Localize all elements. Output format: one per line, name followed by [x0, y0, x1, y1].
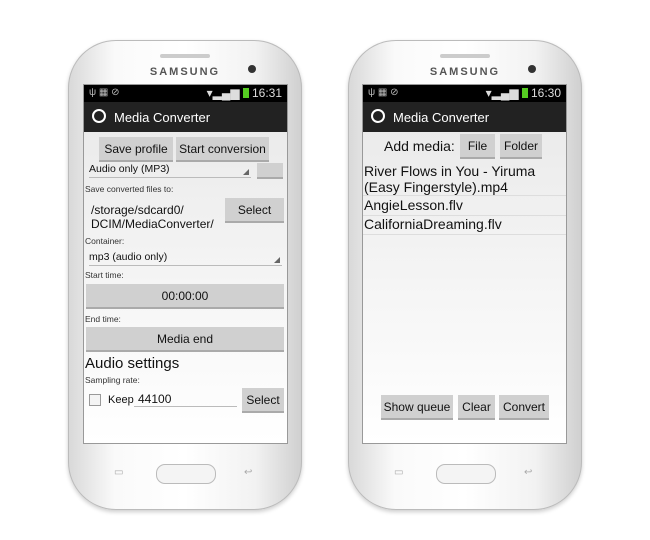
action-bar: Media Converter — [363, 102, 566, 132]
convert-button[interactable]: Convert — [499, 395, 549, 420]
notification-icons: ψ ▦ ⊘ — [89, 87, 120, 98]
end-time-button[interactable]: Media end — [86, 327, 284, 352]
save-to-label: Save converted files to: — [85, 184, 174, 194]
signal-icon: ▾▂▄▆ — [206, 86, 243, 100]
status-bar: ψ ▦ ⊘ ▾▂▄▆ 16:31 — [84, 85, 287, 102]
status-bar: ψ ▦ ⊘ ▾▂▄▆ 16:30 — [363, 85, 566, 102]
path-line-2: DCIM/MediaConverter/ — [91, 217, 214, 231]
show-queue-button[interactable]: Show queue — [381, 395, 453, 420]
add-folder-button[interactable]: Folder — [500, 134, 542, 159]
media-list-item[interactable]: River Flows in You - Yiruma (Easy Finger… — [363, 163, 566, 196]
status-time: 16:30 — [530, 86, 561, 100]
start-time-label: Start time: — [85, 270, 124, 280]
sampling-rate-input[interactable]: 44100 — [134, 392, 237, 407]
container-spinner[interactable]: mp3 (audio only) — [89, 251, 282, 266]
action-bar: Media Converter — [84, 102, 287, 132]
back-key-icon[interactable]: ↩ — [524, 467, 532, 478]
profile-menu-button[interactable] — [257, 163, 283, 179]
back-key-icon[interactable]: ↩ — [244, 467, 252, 478]
battery-icon — [521, 88, 528, 98]
profile-spinner[interactable]: Audio only (MP3) — [89, 163, 251, 178]
phone-left: SAMSUNG ψ ▦ ⊘ ▾▂▄▆ 16:31 Media Converter … — [68, 40, 302, 510]
home-button[interactable] — [436, 464, 496, 484]
audio-settings-heading: Audio settings — [85, 355, 180, 372]
path-line-1: /storage/sdcard0/ — [91, 203, 184, 217]
phone-right: SAMSUNG ψ ▦ ⊘ ▾▂▄▆ 16:30 Media Converter … — [348, 40, 582, 510]
start-conversion-button[interactable]: Start conversion — [176, 137, 269, 162]
status-time: 16:31 — [251, 86, 282, 100]
end-time-label: End time: — [85, 314, 121, 324]
camera — [248, 65, 256, 73]
notification-icons: ψ ▦ ⊘ — [368, 87, 399, 98]
add-media-label: Add media: — [384, 138, 455, 154]
screen-queue: ψ ▦ ⊘ ▾▂▄▆ 16:30 Media Converter Add medi… — [362, 84, 567, 444]
brand-logo: SAMSUNG — [149, 66, 221, 78]
start-time-button[interactable]: 00:00:00 — [86, 284, 284, 309]
media-list-item[interactable]: AngieLesson.flv — [363, 197, 566, 216]
add-file-button[interactable]: File — [460, 134, 495, 159]
keep-label: Keep — [108, 394, 134, 406]
speaker — [160, 54, 210, 58]
speaker — [440, 54, 490, 58]
app-icon — [371, 109, 385, 123]
media-list-item[interactable]: CaliforniaDreaming.flv — [363, 216, 566, 235]
sampling-rate-label: Sampling rate: — [85, 375, 140, 385]
battery-icon — [242, 88, 249, 98]
signal-icon: ▾▂▄▆ — [485, 86, 522, 100]
select-folder-button[interactable]: Select — [225, 198, 284, 223]
camera — [528, 65, 536, 73]
app-icon — [92, 109, 106, 123]
brand-logo: SAMSUNG — [429, 66, 501, 78]
sampling-select-button[interactable]: Select — [242, 388, 284, 413]
clear-button[interactable]: Clear — [458, 395, 495, 420]
app-title: Media Converter — [114, 110, 211, 125]
screen-settings: ψ ▦ ⊘ ▾▂▄▆ 16:31 Media Converter Save pro… — [83, 84, 288, 444]
menu-key-icon[interactable]: ▭ — [394, 467, 403, 478]
app-title: Media Converter — [393, 110, 490, 125]
keep-checkbox[interactable] — [89, 394, 101, 406]
container-label: Container: — [85, 236, 125, 246]
save-profile-button[interactable]: Save profile — [99, 137, 173, 162]
menu-key-icon[interactable]: ▭ — [114, 467, 123, 478]
home-button[interactable] — [156, 464, 216, 484]
